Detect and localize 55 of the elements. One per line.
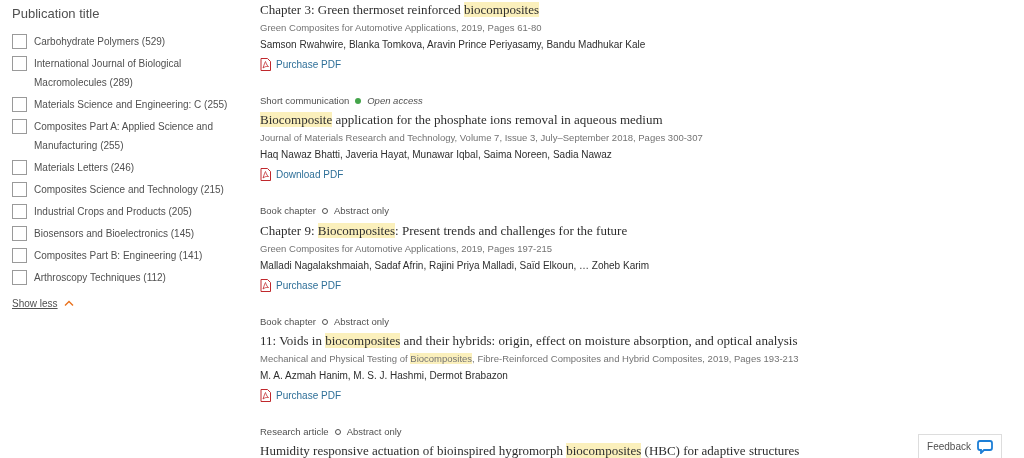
article-title-link[interactable]: Humidity responsive actuation of bioinspired hygromorph biocomposites (HBC) for adaptive structures xyxy=(260,442,800,458)
filter-option-label[interactable]: Composites Science and Technology (215) xyxy=(34,179,224,199)
article-title-link[interactable]: Chapter 3: Green thermoset reinforced biocomposites xyxy=(260,1,540,19)
pdf-link[interactable]: Purchase PDF xyxy=(260,277,342,293)
article-source: Green Composites for Automotive Applications, 2019, Pages 197-215 xyxy=(260,241,554,256)
article-title-link[interactable]: 11: Voids in biocomposites and their hybrids: origin, effect on moisture absorption, and optical analysis xyxy=(260,331,798,350)
article-type: Short communication xyxy=(260,94,350,108)
article-source: Mechanical and Physical Testing of Biocomposites, Fibre-Reinforced Composites and Hybrid Composites, 2019, Pages 193-213 xyxy=(260,351,800,366)
filter-option-label[interactable]: Composites Part B: Engineering (141) xyxy=(34,245,203,265)
chat-bubble-icon xyxy=(977,439,993,454)
article-source: Green Composites for Automotive Applications, 2019, Pages 61-80 xyxy=(260,21,543,35)
filter-option-label[interactable]: Carbohydrate Polymers (529) xyxy=(34,31,166,51)
filter-option-label[interactable]: Industrial Crops and Products (205) xyxy=(34,201,192,221)
article-authors: Haq Nawaz Bhatti, Javeria Hayat, Munawar Iqbal, Saima Noreen, Sadia Nawaz xyxy=(260,148,613,163)
pdf-link[interactable]: Purchase PDF xyxy=(260,57,342,72)
pdf-link[interactable]: Purchase PDF xyxy=(260,387,342,403)
filter-option-label[interactable]: Composites Part A: Applied Science and Manufacturing (255) xyxy=(34,116,240,155)
checkbox[interactable] xyxy=(12,203,27,219)
filter-option-label[interactable]: International Journal of Biological Macromolecules (289) xyxy=(34,53,240,92)
pdf-icon xyxy=(260,58,271,71)
article-type: Book chapter xyxy=(260,204,316,219)
article-authors: Malladi Nagalakshmaiah, Sadaf Afrin, Rajini Priya Malladi, Saïd Elkoun, … Zoheb Karim xyxy=(260,258,651,273)
pdf-icon xyxy=(260,168,271,182)
show-less-link[interactable]: Show less xyxy=(12,295,74,311)
access-label: Open access xyxy=(367,94,423,108)
access-dot xyxy=(355,98,362,105)
access-label: Abstract only xyxy=(346,424,402,439)
filter-heading: Publication title xyxy=(12,5,101,23)
checkbox[interactable] xyxy=(12,269,27,285)
filter-option-label[interactable]: Materials Science and Engineering: C (255) xyxy=(34,94,228,114)
checkbox[interactable] xyxy=(12,225,27,241)
access-label: Abstract only xyxy=(334,314,389,329)
checkbox[interactable] xyxy=(12,55,27,71)
checkbox[interactable] xyxy=(12,118,27,134)
pdf-icon xyxy=(260,278,271,292)
pdf-icon xyxy=(260,388,271,402)
article-authors: Samson Rwahwire, Blanka Tomkova, Aravin Prince Periyasamy, Bandu Madhukar Kale xyxy=(260,38,647,52)
feedback-button[interactable]: Feedback xyxy=(918,434,1002,458)
article-title-link[interactable]: Chapter 9: Biocomposites: Present trends and challenges for the future xyxy=(260,221,628,240)
article-source: Journal of Materials Research and Technology, Volume 7, Issue 3, July–September 2018, Pages 300-307 xyxy=(260,131,704,146)
filter-option-label[interactable]: Materials Letters (246) xyxy=(34,157,135,177)
article-type: Research article xyxy=(260,424,329,439)
filter-option-label[interactable]: Biosensors and Bioelectronics (145) xyxy=(34,223,195,243)
checkbox[interactable] xyxy=(12,33,27,49)
checkbox[interactable] xyxy=(12,247,27,263)
article-type: Book chapter xyxy=(260,314,316,329)
pdf-link[interactable]: Download PDF xyxy=(260,167,344,183)
checkbox[interactable] xyxy=(12,96,27,112)
checkbox[interactable] xyxy=(12,181,27,197)
access-label: Abstract only xyxy=(334,204,389,219)
article-authors: M. A. Azmah Hanim, M. S. J. Hashmi, Dermot Brabazon xyxy=(260,368,509,383)
filter-option-label[interactable]: Arthroscopy Techniques (112) xyxy=(34,267,166,287)
chevron-up-icon xyxy=(63,300,74,306)
checkbox[interactable] xyxy=(12,159,27,175)
article-title-link[interactable]: Biocomposite application for the phosphate ions removal in aqueous medium xyxy=(260,111,663,130)
